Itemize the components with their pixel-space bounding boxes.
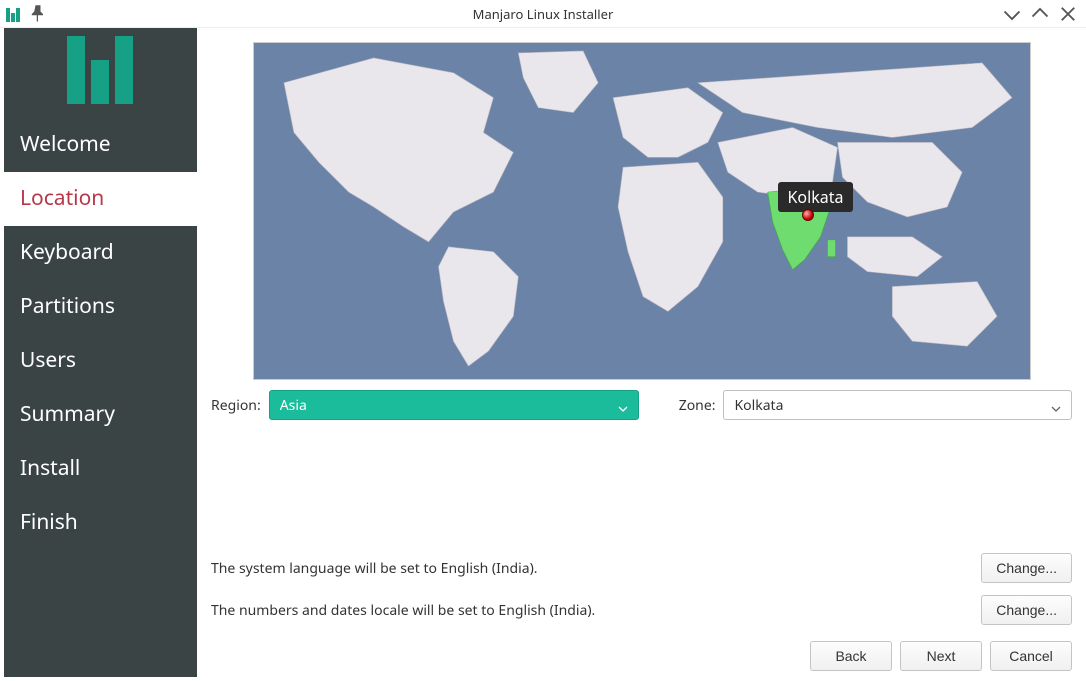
next-button[interactable]: Next — [900, 641, 982, 671]
region-label: Region: — [211, 396, 261, 415]
close-icon[interactable] — [1058, 4, 1078, 24]
region-select[interactable]: Asia — [269, 390, 639, 420]
window-title: Manjaro Linux Installer — [0, 5, 1086, 23]
language-locale-text: The system language will be set to Engli… — [211, 559, 538, 578]
zone-value: Kolkata — [734, 396, 783, 415]
back-button[interactable]: Back — [810, 641, 892, 671]
sidebar: Welcome Location Keyboard Partitions Use… — [4, 28, 197, 677]
sidebar-item-keyboard[interactable]: Keyboard — [4, 226, 197, 280]
region-value: Asia — [280, 396, 307, 415]
timezone-map[interactable]: Kolkata — [253, 42, 1031, 380]
titlebar: Manjaro Linux Installer — [0, 0, 1086, 28]
sidebar-item-summary[interactable]: Summary — [4, 388, 197, 442]
numbers-locale-text: The numbers and dates locale will be set… — [211, 601, 595, 620]
map-city-label: Kolkata — [778, 182, 854, 212]
map-marker-icon — [802, 209, 814, 221]
cancel-button[interactable]: Cancel — [990, 641, 1072, 671]
minimize-icon[interactable] — [1002, 4, 1022, 24]
pin-icon[interactable] — [28, 4, 48, 24]
change-language-button[interactable]: Change... — [981, 553, 1072, 583]
sidebar-item-partitions[interactable]: Partitions — [4, 280, 197, 334]
chevron-down-icon — [618, 400, 628, 410]
main-panel: Kolkata Region: Asia Zone: Kolkata — [197, 28, 1086, 681]
manjaro-logo — [67, 36, 135, 104]
sidebar-item-users[interactable]: Users — [4, 334, 197, 388]
maximize-icon[interactable] — [1030, 4, 1050, 24]
manjaro-icon — [6, 6, 22, 22]
zone-select[interactable]: Kolkata — [723, 390, 1072, 420]
sidebar-item-location[interactable]: Location — [4, 172, 197, 226]
sidebar-item-welcome[interactable]: Welcome — [4, 118, 197, 172]
sidebar-item-finish[interactable]: Finish — [4, 496, 197, 550]
zone-label: Zone: — [679, 396, 716, 415]
chevron-down-icon — [1051, 400, 1061, 410]
wizard-button-bar: Back Next Cancel — [211, 641, 1072, 671]
change-numbers-button[interactable]: Change... — [981, 595, 1072, 625]
sidebar-item-install[interactable]: Install — [4, 442, 197, 496]
